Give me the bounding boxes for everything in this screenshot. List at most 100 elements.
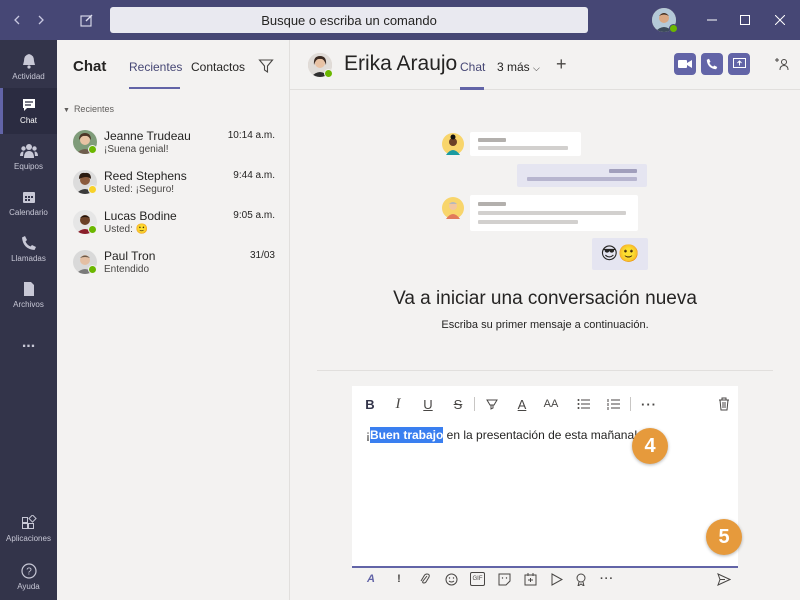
presence-away-icon — [88, 185, 97, 194]
rail-label: Actividad — [12, 72, 45, 81]
delete-icon[interactable] — [716, 396, 732, 412]
phone-icon — [706, 58, 718, 70]
praise-icon[interactable] — [574, 572, 588, 586]
active-tab-indicator — [129, 87, 180, 89]
chat-item-jeanne[interactable]: Jeanne Trudeau 10:14 a.m. ¡Suena genial! — [57, 126, 289, 166]
font-color-icon[interactable]: A — [514, 396, 530, 412]
rail-activity[interactable]: Actividad — [0, 44, 57, 90]
italic-icon[interactable]: I — [390, 396, 406, 412]
rail-label: Chat — [20, 116, 37, 125]
chat-name: Jeanne Trudeau — [104, 129, 191, 143]
search-input[interactable]: Busque o escriba un comando — [110, 7, 588, 33]
chat-time: 31/03 — [249, 250, 275, 261]
tab-contactos[interactable]: Contactos — [191, 60, 245, 74]
chat-item-paul[interactable]: Paul Tron 31/03 Entendido — [57, 246, 289, 286]
format-icon[interactable]: A — [364, 572, 378, 586]
rail-calendar[interactable]: Calendario — [0, 180, 57, 226]
recent-section-header[interactable]: ▼ Recientes — [63, 104, 114, 114]
title-bar: Busque o escriba un comando — [0, 0, 800, 40]
divider — [317, 370, 773, 371]
more-icon: ... — [21, 334, 36, 351]
chat-preview: ¡Suena genial! — [104, 144, 169, 155]
numbered-list-icon[interactable] — [606, 396, 622, 412]
conversation-pane: Erika Araujo Chat 3 más ⌵ + 😎� — [290, 40, 800, 600]
help-icon: ? — [20, 563, 37, 579]
section-label: Recientes — [73, 104, 114, 114]
message-input[interactable]: ¡Buen trabajo en la presentación de esta… — [366, 427, 637, 443]
rail-help[interactable]: ? Ayuda — [0, 554, 57, 600]
rail-chat[interactable]: Chat — [0, 88, 57, 134]
chat-time: 9:44 a.m. — [233, 170, 275, 181]
highlight-icon[interactable] — [484, 396, 500, 412]
forward-arrow-icon[interactable] — [32, 11, 50, 29]
toolbar-separator — [630, 397, 631, 411]
emoji-icon[interactable] — [444, 572, 458, 586]
importance-icon[interactable]: ! — [392, 572, 406, 586]
sticker-icon[interactable] — [497, 572, 511, 586]
bullet-list-icon[interactable] — [576, 396, 592, 412]
more-options-icon[interactable]: ··· — [641, 396, 657, 412]
compose-icon[interactable] — [78, 11, 96, 29]
rail-label: Aplicaciones — [6, 534, 51, 543]
tab-chat[interactable]: Chat — [460, 60, 485, 74]
meeting-icon[interactable] — [523, 572, 537, 586]
presence-available-icon — [88, 225, 97, 234]
close-icon[interactable] — [771, 11, 789, 29]
chat-preview: Usted: 🙂 — [104, 224, 149, 235]
chat-item-lucas[interactable]: Lucas Bodine 9:05 a.m. Usted: 🙂 — [57, 206, 289, 246]
filter-icon[interactable] — [258, 58, 274, 77]
rail-label: Equipos — [14, 162, 43, 171]
chat-preview: Entendido — [104, 264, 150, 275]
files-icon — [23, 282, 34, 296]
presence-available-icon — [88, 145, 97, 154]
bell-icon — [22, 54, 35, 69]
maximize-icon[interactable] — [736, 11, 754, 29]
minimize-icon[interactable] — [703, 11, 721, 29]
tab-more[interactable]: 3 más ⌵ — [497, 60, 540, 74]
emoji-bubble: 😎🙂 — [592, 238, 648, 270]
rail-teams[interactable]: Equipos — [0, 134, 57, 180]
rail-label: Ayuda — [17, 582, 40, 591]
active-tab-indicator — [460, 87, 484, 90]
bold-icon[interactable]: B — [362, 396, 378, 412]
send-icon[interactable] — [717, 572, 731, 586]
font-size-icon[interactable]: AA — [543, 396, 559, 412]
chat-list-title: Chat — [73, 58, 107, 75]
empty-state-title: Va a iniciar una conversación nueva — [393, 288, 697, 309]
audio-call-button[interactable] — [701, 53, 723, 75]
rail-calls[interactable]: Llamadas — [0, 226, 57, 272]
rail-apps[interactable]: Aplicaciones — [0, 506, 57, 552]
selected-text: Buen trabajo — [370, 427, 444, 443]
contact-name: Erika Araujo — [344, 52, 458, 75]
step-callout-5: 5 — [706, 519, 742, 555]
compose-box[interactable]: B I U S A AA ··· ¡Buen trabajo en la pre… — [352, 386, 738, 568]
share-screen-button[interactable] — [728, 53, 750, 75]
illustration-avatar — [442, 133, 464, 155]
back-arrow-icon[interactable] — [8, 11, 26, 29]
calendar-icon — [22, 192, 35, 203]
rail-label: Llamadas — [11, 254, 46, 263]
tab-recientes[interactable]: Recientes — [129, 60, 182, 74]
strikethrough-icon[interactable]: S — [450, 396, 466, 412]
svg-text:?: ? — [26, 567, 32, 578]
add-tab-icon[interactable]: + — [556, 54, 567, 75]
chat-icon — [22, 99, 35, 111]
chat-preview: Usted: ¡Seguro! — [104, 184, 175, 195]
add-people-icon[interactable] — [774, 56, 790, 75]
share-screen-icon — [732, 58, 746, 68]
more-actions-icon[interactable]: ··· — [600, 572, 614, 586]
underline-icon[interactable]: U — [420, 396, 436, 412]
attach-icon[interactable] — [418, 572, 432, 586]
rail-more[interactable]: ... — [0, 320, 57, 366]
video-call-button[interactable] — [674, 53, 696, 75]
chat-item-reed[interactable]: Reed Stephens 9:44 a.m. Usted: ¡Seguro! — [57, 166, 289, 206]
chevron-down-icon: ▼ — [63, 107, 70, 114]
rail-files[interactable]: Archivos — [0, 272, 57, 318]
phone-icon — [21, 236, 36, 250]
stream-icon[interactable] — [549, 572, 563, 586]
tab-more-label: 3 más — [497, 60, 530, 74]
chat-name: Paul Tron — [104, 249, 156, 263]
chat-name: Reed Stephens — [104, 169, 187, 183]
illustration-bubble — [470, 132, 581, 156]
gif-icon[interactable]: GIF — [470, 572, 485, 586]
